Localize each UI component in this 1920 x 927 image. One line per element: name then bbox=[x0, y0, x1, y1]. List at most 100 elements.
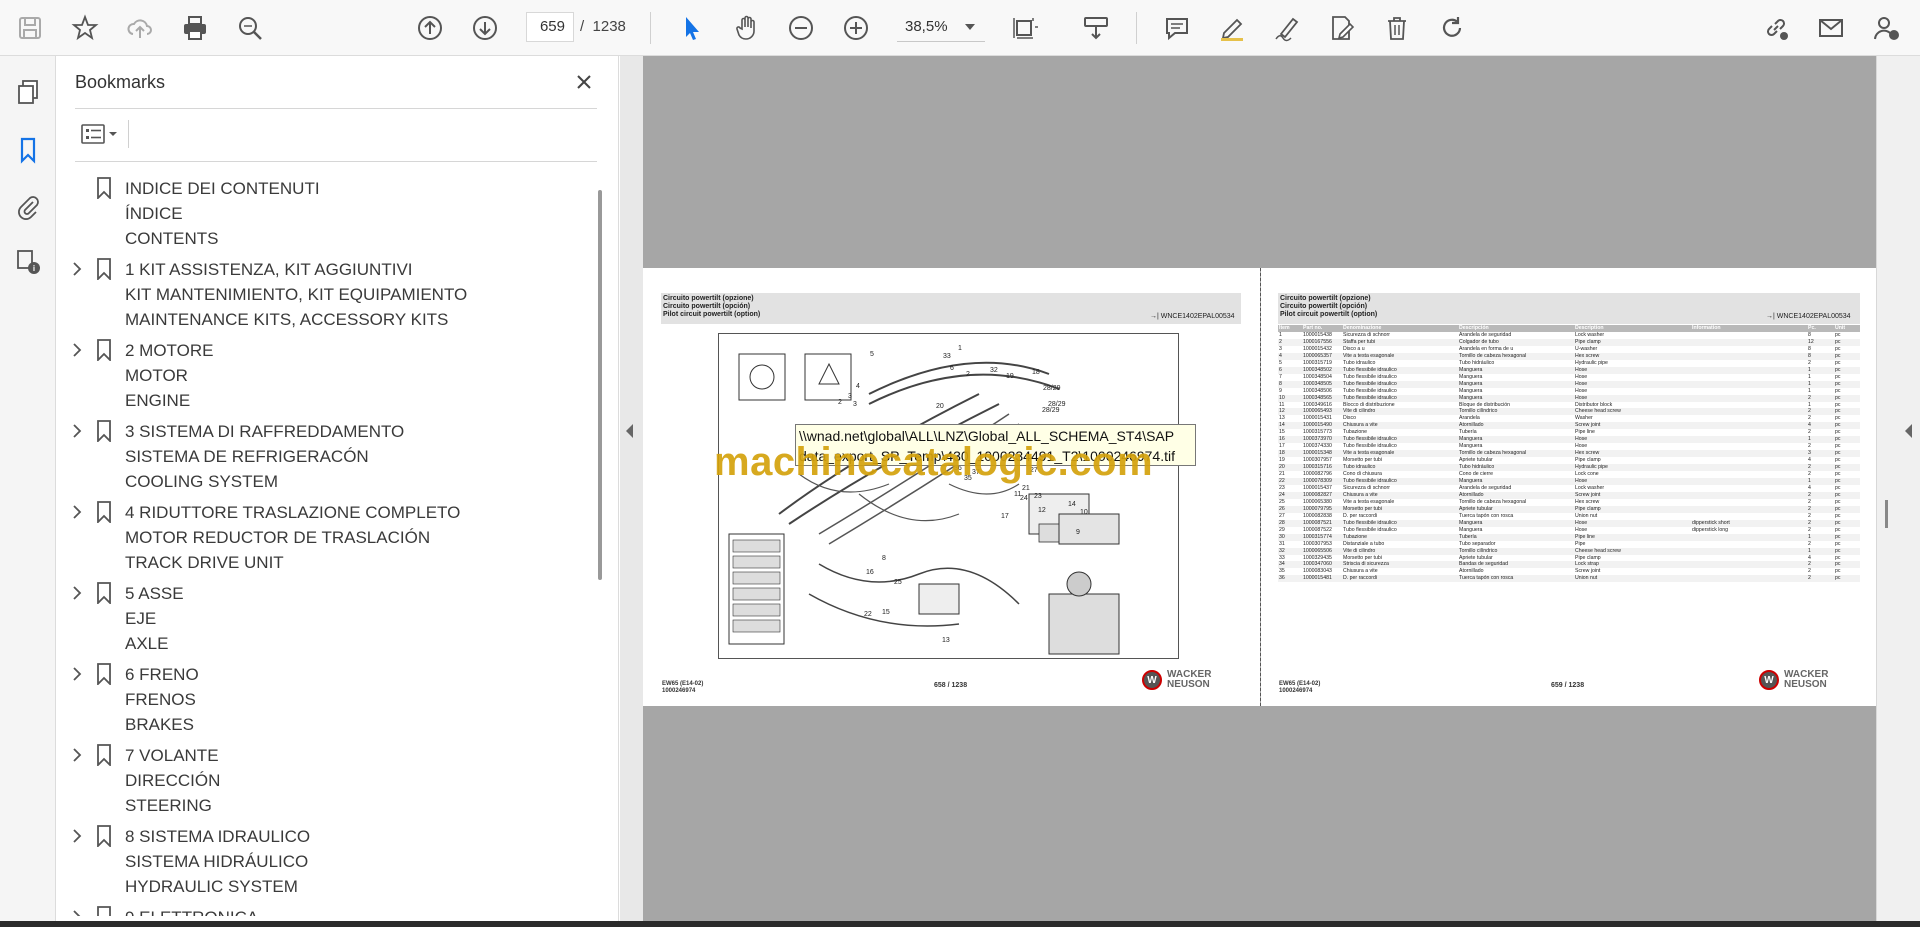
bookmark-label[interactable]: 6 FRENO FRENOS BRAKES bbox=[125, 662, 199, 737]
table-cell: Hose bbox=[1575, 526, 1588, 533]
chevron-right-icon[interactable] bbox=[70, 747, 84, 763]
zoom-in-icon[interactable] bbox=[838, 10, 874, 46]
bookmark-label[interactable]: 7 VOLANTE DIRECCIÓN STEERING bbox=[125, 743, 220, 818]
bookmark-label-line: 3 SISTEMA DI RAFFREDDAMENTO bbox=[125, 422, 405, 441]
previous-page-icon[interactable] bbox=[412, 10, 448, 46]
chevron-down-icon[interactable] bbox=[965, 24, 975, 30]
highlight-pen-icon[interactable] bbox=[1214, 10, 1250, 46]
bookmark-label-line: BRAKES bbox=[125, 715, 194, 734]
delete-icon[interactable] bbox=[1379, 10, 1415, 46]
table-cell: Tubo hidráulico bbox=[1458, 464, 1574, 472]
callout-number: 10 bbox=[1080, 509, 1088, 516]
hand-tool-icon[interactable] bbox=[729, 10, 765, 46]
bookmark-label-line: DIRECCIÓN bbox=[125, 771, 221, 790]
table-cell: Manguera bbox=[1458, 380, 1574, 388]
bookmark-label-line: MOTOR bbox=[125, 366, 188, 385]
bookmark-label[interactable]: 8 SISTEMA IDRAULICO SISTEMA HIDRÁULICO HYD… bbox=[125, 824, 310, 899]
comment-icon[interactable] bbox=[1159, 10, 1195, 46]
table-cell: Arandela de seguridad bbox=[1459, 484, 1512, 491]
table-cell: 27 bbox=[1279, 512, 1285, 519]
table-cell: pc bbox=[1835, 401, 1841, 408]
table-cell: pc bbox=[1834, 394, 1860, 402]
table-row: 26 1000079795 Morsetto per tubi Apriete tub… bbox=[1278, 505, 1860, 513]
bookmark-label[interactable]: 1 KIT ASSISTENZA, KIT AGGIUNTIVI KIT MANT… bbox=[125, 257, 467, 332]
bookmark-label[interactable]: 4 RIDUTTORE TRASLAZIONE COMPLETO MOTOR RE… bbox=[125, 500, 460, 575]
table-cell bbox=[1691, 491, 1807, 499]
table-cell: 1 bbox=[1807, 478, 1834, 485]
table-cell: Cono di chiusura bbox=[1343, 471, 1382, 478]
collapse-panel-icon[interactable] bbox=[626, 424, 633, 438]
table-cell bbox=[1691, 555, 1807, 562]
table-cell: Tornillo de cabeza hexagonal bbox=[1459, 498, 1527, 505]
bookmark-label[interactable]: 9 ELETTRONICA bbox=[125, 905, 258, 916]
panel-scrollbar-thumb[interactable] bbox=[598, 190, 602, 580]
table-cell: Pipe clamp bbox=[1574, 338, 1691, 346]
table-row: 31 1000307953 Distanziale a tubo Tubo separ… bbox=[1278, 541, 1860, 548]
figure-reference-code-right: WNCE1402EPAL00534 bbox=[1776, 313, 1851, 320]
chevron-right-icon[interactable] bbox=[70, 261, 84, 277]
bookmark-options-button[interactable] bbox=[75, 118, 127, 150]
upload-cloud-icon[interactable] bbox=[122, 10, 158, 46]
table-cell: Hose bbox=[1574, 366, 1691, 374]
close-icon[interactable] bbox=[570, 68, 598, 96]
table-cell: Hose bbox=[1575, 443, 1588, 450]
table-cell bbox=[1691, 366, 1807, 374]
page-thumbnails-icon[interactable] bbox=[8, 72, 48, 112]
user-account-icon[interactable] bbox=[1868, 10, 1904, 46]
attachments-icon[interactable] bbox=[8, 186, 48, 226]
table-cell: Tubo flessibile idraulico bbox=[1342, 394, 1458, 402]
edit-document-icon[interactable] bbox=[1324, 10, 1360, 46]
layers-info-icon[interactable]: i bbox=[8, 242, 48, 282]
page-number-input[interactable]: 659 bbox=[526, 12, 574, 42]
chevron-right-icon[interactable] bbox=[70, 423, 84, 439]
bookmark-label-line: 9 ELETTRONICA bbox=[125, 905, 258, 916]
star-icon[interactable] bbox=[67, 10, 103, 46]
print-icon[interactable] bbox=[177, 10, 213, 46]
bookmark-flag-icon bbox=[97, 501, 111, 523]
chevron-right-icon[interactable] bbox=[70, 585, 84, 601]
bookmark-label[interactable]: 3 SISTEMA DI RAFFREDDAMENTO SISTEMA DE RE… bbox=[125, 419, 404, 494]
zoom-out-icon[interactable] bbox=[783, 10, 819, 46]
scroll-mode-icon[interactable] bbox=[1078, 10, 1114, 46]
figure-reference-right: →| WNCE1402EPAL00534 bbox=[1766, 313, 1851, 320]
table-cell: 1 bbox=[1807, 436, 1834, 444]
table-cell: 1000315716 bbox=[1302, 464, 1342, 472]
email-icon[interactable] bbox=[1813, 10, 1849, 46]
chevron-right-icon[interactable] bbox=[70, 828, 84, 844]
table-cell: Union nut bbox=[1575, 512, 1598, 519]
bookmark-label-line: CONTENTS bbox=[125, 229, 219, 248]
table-cell: Pipe line bbox=[1574, 533, 1691, 541]
chevron-right-icon[interactable] bbox=[70, 504, 84, 520]
table-cell: Striscia di sicurezza bbox=[1342, 561, 1458, 569]
save-icon[interactable] bbox=[12, 10, 48, 46]
table-cell: 1 bbox=[1808, 387, 1811, 394]
chevron-right-icon[interactable] bbox=[70, 666, 84, 682]
document-scrollbar-thumb[interactable] bbox=[1885, 500, 1888, 528]
expand-right-pane-icon[interactable] bbox=[1905, 424, 1912, 438]
bookmark-label[interactable]: 5 ASSE EJE AXLE bbox=[125, 581, 184, 656]
redo-icon[interactable] bbox=[1434, 10, 1470, 46]
page-title-it: Circuito powertilt (opzione) bbox=[663, 295, 754, 302]
bookmark-label[interactable]: 2 MOTORE MOTOR ENGINE bbox=[125, 338, 213, 413]
page-fit-icon[interactable] bbox=[1007, 10, 1043, 46]
table-cell: 35 bbox=[1279, 568, 1285, 575]
draw-signature-icon[interactable] bbox=[1269, 10, 1305, 46]
table-cell: 2 bbox=[1808, 540, 1811, 547]
hydraulic-diagram bbox=[718, 333, 1179, 659]
chevron-right-icon[interactable] bbox=[70, 342, 84, 358]
bookmark-label[interactable]: INDICE DEI CONTENUTI ÍNDICE CONTENTS bbox=[125, 176, 320, 251]
bookmarks-icon[interactable] bbox=[8, 130, 48, 170]
table-cell: 4 bbox=[1808, 554, 1811, 561]
chevron-right-icon[interactable] bbox=[70, 909, 84, 916]
table-cell: 1000348502 bbox=[1302, 366, 1342, 374]
table-cell: 1000015431 bbox=[1303, 415, 1332, 422]
table-cell: pc bbox=[1834, 366, 1860, 374]
find-icon[interactable] bbox=[232, 10, 268, 46]
table-cell: 1000082796 bbox=[1303, 471, 1332, 478]
bookmark-label-line: 7 VOLANTE bbox=[125, 746, 219, 765]
next-page-icon[interactable] bbox=[467, 10, 503, 46]
share-link-icon[interactable] bbox=[1758, 10, 1794, 46]
table-cell: Tuerca tapón con rosca bbox=[1459, 512, 1514, 519]
table-cell bbox=[1691, 394, 1807, 402]
select-cursor-icon[interactable] bbox=[674, 10, 710, 46]
